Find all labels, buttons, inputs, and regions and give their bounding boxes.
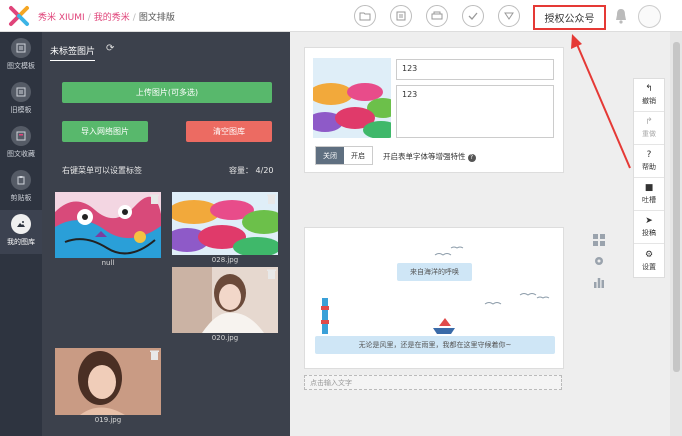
image-library-panel: 未标签图片 ⟳ 上传图片(可多选) 导入网络图片 清空图库 右键菜单可以设置标签…	[42, 32, 290, 436]
right-toolbar: ↰ 撤销 ↱ 重做 ? 帮助 ■ 吐槽 ➤ 投稿 ⚙ 设置	[633, 78, 665, 278]
delete-icon[interactable]	[150, 194, 159, 204]
refresh-icon[interactable]: ⟳	[106, 43, 114, 54]
gallery-icon	[11, 214, 31, 234]
favorites-icon	[11, 126, 31, 146]
toggle-off-button[interactable]: 关闭	[316, 147, 344, 164]
title-input[interactable]: 123	[396, 59, 554, 80]
rail-label: 图文收藏	[7, 150, 35, 158]
description-input[interactable]: 123	[396, 85, 554, 138]
settings-button[interactable]: ⚙ 设置	[634, 244, 664, 277]
authorize-account-button[interactable]: 授权公众号	[533, 5, 606, 30]
undo-button[interactable]: ↰ 撤销	[634, 79, 664, 112]
library-image[interactable]	[55, 192, 161, 258]
import-web-image-button[interactable]: 导入网络图片	[62, 121, 148, 142]
enhance-toggle[interactable]: 关闭 开启	[315, 146, 373, 165]
toggle-on-button[interactable]: 开启	[344, 147, 372, 164]
side-mini-icons	[593, 234, 607, 297]
folder-icon[interactable]	[354, 5, 376, 27]
delete-icon[interactable]	[267, 194, 276, 204]
toggle-label: 开启表单字体等增强特性?	[383, 151, 476, 162]
rail-label: 剪贴板	[10, 194, 32, 202]
print-icon[interactable]	[426, 5, 448, 27]
tab-unlabeled-images[interactable]: 未标签图片	[50, 44, 96, 61]
rail-label: 我的图库	[7, 238, 35, 246]
help-button[interactable]: ? 帮助	[634, 145, 664, 178]
rail-item-favorites[interactable]: 图文收藏	[0, 122, 42, 166]
redo-icon: ↱	[645, 117, 653, 127]
heading-bubble[interactable]: 来自海洋的呼唤	[397, 263, 472, 281]
library-image[interactable]	[55, 348, 161, 415]
feedback-button[interactable]: ■ 吐槽	[634, 178, 664, 211]
breadcrumb: 秀米 XIUMI / 我的秀米 / 图文排版	[38, 13, 175, 23]
rail-item-old-templates[interactable]: 旧模板	[0, 78, 42, 122]
image-name: 028.jpg	[211, 256, 239, 264]
library-image[interactable]	[172, 267, 278, 333]
rail-label: 图文模板	[7, 62, 35, 70]
question-icon[interactable]: ?	[467, 154, 476, 162]
cover-card: 123 123 关闭 开启 开启表单字体等增强特性?	[304, 47, 564, 173]
settings-icon: ⚙	[644, 249, 654, 260]
gear-icon[interactable]	[593, 255, 605, 267]
rail-item-gallery[interactable]: 我的图库	[0, 210, 42, 254]
send-icon: ➤	[645, 216, 653, 226]
image-name: 019.jpg	[94, 416, 122, 424]
capacity-label: 容量： 4/20	[229, 166, 274, 175]
top-bar: 秀米 XIUMI / 我的秀米 / 图文排版 授权公众号	[0, 0, 682, 32]
clear-library-button[interactable]: 清空图库	[186, 121, 272, 142]
rail-label: 旧模板	[10, 106, 32, 114]
vertical-scrollbar[interactable]	[670, 32, 682, 436]
text-input-placeholder[interactable]: 点击输入文字	[304, 375, 562, 390]
breadcrumb-my-xiumi[interactable]: 我的秀米	[94, 13, 130, 23]
xiumi-logo-icon[interactable]	[8, 5, 30, 27]
download-icon[interactable]	[498, 5, 520, 27]
template-icon	[11, 38, 31, 58]
layers-icon[interactable]	[390, 5, 412, 27]
user-avatar[interactable]	[638, 5, 661, 28]
left-nav-rail: 图文模板 旧模板 图文收藏 剪贴板 我的图库	[0, 32, 42, 436]
redo-button[interactable]: ↱ 重做	[634, 112, 664, 145]
image-name: null	[101, 259, 115, 267]
article-content-card: 来自海洋的呼唤 无论是风里，还是在雨里，我都在这里守候着你~	[304, 227, 564, 369]
undo-icon: ↰	[645, 84, 653, 94]
bar-chart-icon[interactable]	[593, 276, 605, 288]
library-image[interactable]	[172, 192, 278, 255]
help-icon: ?	[646, 150, 652, 160]
cover-image[interactable]	[313, 58, 391, 138]
rail-item-clipboard[interactable]: 剪贴板	[0, 166, 42, 210]
upload-images-button[interactable]: 上传图片(可多选)	[62, 82, 272, 103]
image-name: 020.jpg	[211, 334, 239, 342]
body-bubble[interactable]: 无论是风里，还是在雨里，我都在这里守候着你~	[315, 336, 555, 354]
bell-icon[interactable]	[613, 8, 629, 24]
submit-button[interactable]: ➤ 投稿	[634, 211, 664, 244]
clipboard-icon	[11, 170, 31, 190]
old-template-icon	[11, 82, 31, 102]
grid-icon[interactable]	[593, 234, 605, 246]
check-icon[interactable]	[462, 5, 484, 27]
breadcrumb-home[interactable]: 秀米 XIUMI	[38, 13, 85, 23]
right-click-hint: 右键菜单可以设置标签	[62, 166, 142, 175]
breadcrumb-current: 图文排版	[138, 13, 175, 23]
delete-icon[interactable]	[150, 350, 159, 360]
comment-icon: ■	[644, 183, 654, 193]
delete-icon[interactable]	[267, 269, 276, 279]
rail-item-templates[interactable]: 图文模板	[0, 34, 42, 78]
